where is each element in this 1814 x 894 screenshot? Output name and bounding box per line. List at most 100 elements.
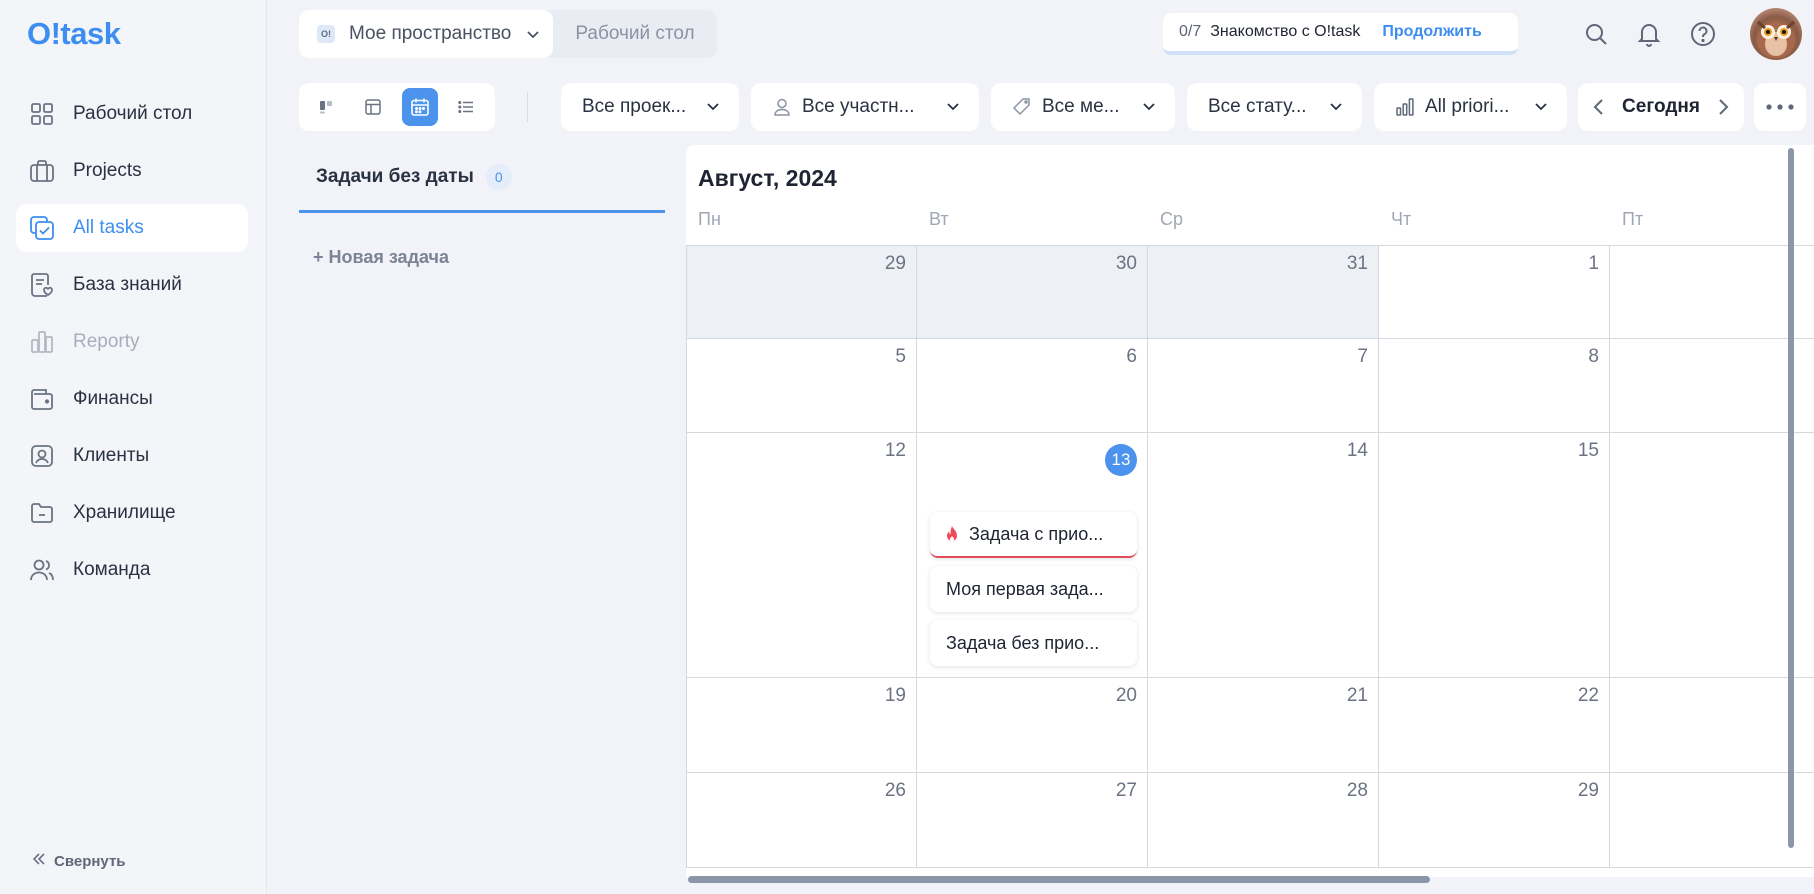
sidebar-item-all-tasks[interactable]: All tasks	[16, 204, 248, 252]
client-card-icon	[28, 442, 56, 470]
app-logo[interactable]: O!task	[27, 16, 121, 52]
day-cell[interactable]: 5	[686, 339, 917, 433]
horizontal-scrollbar[interactable]	[688, 876, 1430, 883]
day-cell[interactable]: 14	[1148, 433, 1379, 678]
chevron-down-icon	[705, 98, 721, 120]
day-cell[interactable]: 1	[1379, 245, 1610, 339]
sidebar-item-team[interactable]: Команда	[16, 546, 248, 594]
priorities-filter-label: All priori...	[1425, 96, 1510, 117]
day-cell[interactable]: 21	[1148, 678, 1379, 773]
day-cell[interactable]: 12	[686, 433, 917, 678]
projects-filter[interactable]: Все проек...	[561, 83, 739, 131]
avatar[interactable]	[1750, 8, 1802, 60]
sidebar: O!task Рабочий стол Projects All tasks Б…	[0, 0, 267, 894]
next-period-button[interactable]	[1712, 96, 1734, 124]
reports-icon	[28, 328, 56, 356]
help-icon[interactable]	[1689, 20, 1717, 48]
sidebar-item-label: Финансы	[73, 388, 153, 409]
day-cell[interactable]: 29	[1379, 773, 1610, 868]
day-cell[interactable]	[1610, 678, 1814, 773]
weekday-header: Вт	[929, 209, 949, 229]
day-cell[interactable]: 6	[917, 339, 1148, 433]
task-card-high-priority[interactable]: Задача с прио...	[930, 512, 1137, 558]
day-cell[interactable]: 30	[917, 245, 1148, 339]
kanban-view-icon[interactable]	[309, 88, 345, 126]
today-button[interactable]: Сегодня	[1622, 96, 1700, 118]
weekday-header: Чт	[1391, 209, 1412, 229]
vertical-scrollbar[interactable]	[1788, 148, 1794, 848]
table-view-icon[interactable]	[356, 88, 392, 126]
day-cell[interactable]: 8	[1379, 339, 1610, 433]
month-title: Август, 2024	[698, 165, 837, 191]
statuses-filter[interactable]: Все стату...	[1187, 83, 1362, 131]
sidebar-item-label: All tasks	[73, 217, 144, 238]
list-view-icon[interactable]	[449, 88, 485, 126]
sidebar-item-projects[interactable]: Projects	[16, 147, 248, 195]
day-cell[interactable]: 22	[1379, 678, 1610, 773]
knowledge-base-icon	[28, 271, 56, 299]
day-cell[interactable]: 7	[1148, 339, 1379, 433]
day-number: 30	[1115, 253, 1137, 274]
day-cell[interactable]	[1610, 773, 1814, 868]
sidebar-item-reports[interactable]: Reporty	[16, 318, 248, 366]
task-title: Задача с прио...	[969, 523, 1104, 544]
briefcase-icon	[28, 157, 56, 185]
day-cell[interactable]: 20	[917, 678, 1148, 773]
new-task-button[interactable]: + Новая задача	[313, 247, 449, 268]
task-title: Задача без прио...	[946, 632, 1100, 653]
undated-tasks-tab[interactable]: Задачи без даты 0	[299, 158, 665, 213]
day-number: 7	[1357, 346, 1368, 367]
calendar-view-icon[interactable]	[402, 88, 438, 126]
task-card[interactable]: Задача без прио...	[930, 620, 1137, 666]
day-number: 5	[895, 346, 906, 367]
day-cell[interactable]: 29	[686, 245, 917, 339]
priorities-filter[interactable]: All priori...	[1374, 83, 1567, 131]
members-filter[interactable]: Все участн...	[751, 83, 979, 131]
sidebar-item-knowledge-base[interactable]: База знаний	[16, 261, 248, 309]
wallet-icon	[28, 385, 56, 413]
day-cell[interactable]: 31	[1148, 245, 1379, 339]
onboarding-title: Знакомство с O!task	[1210, 23, 1361, 40]
user-icon	[772, 97, 792, 117]
day-cell[interactable]	[1610, 433, 1814, 678]
more-dots-icon	[1765, 98, 1795, 116]
prev-period-button[interactable]	[1588, 96, 1610, 124]
team-icon	[28, 556, 56, 584]
chevron-down-icon	[525, 26, 541, 42]
day-cell[interactable]: 27	[917, 773, 1148, 868]
more-options-button[interactable]	[1754, 83, 1806, 131]
undated-tab-label: Задачи без даты	[316, 166, 474, 187]
desktop-tab[interactable]: Рабочий стол	[553, 23, 716, 45]
collapse-sidebar-button[interactable]: Свернуть	[32, 852, 126, 870]
day-number: 28	[1346, 780, 1368, 801]
search-icon[interactable]	[1582, 20, 1610, 48]
day-cell[interactable]: 19	[686, 678, 917, 773]
sidebar-item-finance[interactable]: Финансы	[16, 375, 248, 423]
onboarding-banner: 0/7 Знакомство с O!task Продолжить	[1163, 13, 1518, 55]
labels-filter[interactable]: Все ме...	[991, 83, 1175, 131]
day-cell[interactable]: 26	[686, 773, 917, 868]
sidebar-item-label: Клиенты	[73, 445, 150, 466]
toolbar-divider	[527, 92, 528, 122]
view-switcher	[299, 83, 495, 131]
priority-bars-icon	[1395, 97, 1415, 117]
onboarding-continue-link[interactable]: Продолжить	[1382, 23, 1481, 41]
tasks-check-icon	[28, 214, 56, 242]
sidebar-item-desktop[interactable]: Рабочий стол	[16, 90, 248, 138]
task-card[interactable]: Моя первая зада...	[930, 566, 1137, 612]
chevron-down-icon	[945, 98, 961, 120]
sidebar-item-label: Команда	[73, 559, 151, 580]
chevron-down-icon	[1533, 98, 1549, 120]
day-number: 1	[1588, 253, 1599, 274]
day-cell[interactable]: 28	[1148, 773, 1379, 868]
day-cell[interactable]	[1610, 245, 1814, 339]
day-cell[interactable]	[1610, 339, 1814, 433]
day-cell[interactable]: 15	[1379, 433, 1610, 678]
day-number: 20	[1115, 685, 1137, 706]
sidebar-item-storage[interactable]: Хранилище	[16, 489, 248, 537]
bell-icon[interactable]	[1635, 20, 1663, 48]
day-number: 29	[1577, 780, 1599, 801]
weekday-header: Пт	[1622, 209, 1644, 229]
workspace-dropdown[interactable]: O! Мое пространство	[299, 10, 554, 58]
sidebar-item-clients[interactable]: Клиенты	[16, 432, 248, 480]
